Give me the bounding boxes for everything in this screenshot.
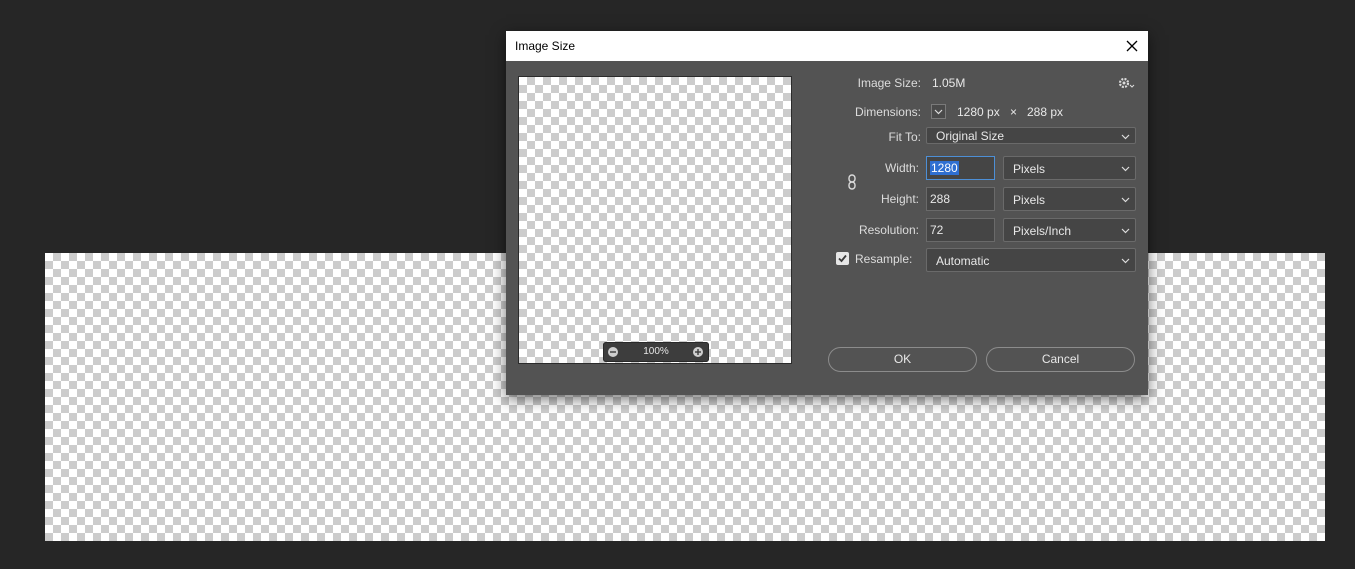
chevron-down-icon xyxy=(934,109,943,115)
resample-checkbox[interactable] xyxy=(836,252,849,265)
chevron-down-icon xyxy=(1121,197,1130,203)
ok-button[interactable]: OK xyxy=(828,347,977,372)
dialog-titlebar[interactable]: Image Size xyxy=(506,31,1148,61)
fit-to-label: Fit To: xyxy=(888,130,921,144)
preview-zoom-bar: 100% xyxy=(603,342,709,362)
dimensions-separator: × xyxy=(1010,105,1018,119)
preview-pane[interactable]: 100% xyxy=(518,76,792,364)
zoom-level: 100% xyxy=(643,346,669,357)
chevron-down-icon xyxy=(1121,228,1130,234)
resample-label: Resample: xyxy=(855,252,913,266)
close-icon xyxy=(1126,40,1138,52)
zoom-in-icon[interactable] xyxy=(692,346,704,358)
width-input[interactable]: 1280 xyxy=(926,156,995,180)
close-button[interactable] xyxy=(1116,31,1148,61)
dimensions-label: Dimensions: xyxy=(854,105,921,119)
image-size-label: Image Size: xyxy=(857,76,921,90)
cancel-button[interactable]: Cancel xyxy=(986,347,1135,372)
width-label: Width: xyxy=(884,161,919,175)
resolution-unit-value: Pixels/Inch xyxy=(1013,224,1072,238)
resolution-unit-select[interactable]: Pixels/Inch xyxy=(1003,218,1136,242)
dialog-title: Image Size xyxy=(515,39,576,53)
chevron-down-icon xyxy=(1121,166,1130,172)
chain-link-icon[interactable] xyxy=(846,174,858,190)
height-value: 288 xyxy=(930,192,951,206)
resample-value: Automatic xyxy=(936,254,990,268)
resolution-value: 72 xyxy=(930,223,944,237)
checkmark-icon xyxy=(838,254,847,263)
dimensions-width: 1280 px xyxy=(957,105,1000,119)
width-unit-value: Pixels xyxy=(1013,162,1046,176)
fit-to-select[interactable]: Original Size xyxy=(926,127,1136,144)
image-size-dialog: Image Size 100% Image Size: 1.05M Dimens… xyxy=(506,31,1148,395)
zoom-out-icon[interactable] xyxy=(607,346,619,358)
image-size-value: 1.05M xyxy=(932,76,966,90)
height-label: Height: xyxy=(880,192,919,206)
width-unit-select[interactable]: Pixels xyxy=(1003,156,1136,180)
height-unit-select[interactable]: Pixels xyxy=(1003,187,1136,211)
resolution-input[interactable]: 72 xyxy=(926,218,995,242)
height-unit-value: Pixels xyxy=(1013,193,1046,207)
dimensions-height: 288 px xyxy=(1027,105,1064,119)
chevron-down-icon xyxy=(1121,258,1130,264)
gear-icon[interactable] xyxy=(1117,76,1135,90)
fit-to-value: Original Size xyxy=(936,129,1005,143)
height-input[interactable]: 288 xyxy=(926,187,995,211)
dimensions-unit-toggle[interactable] xyxy=(931,104,946,119)
width-value: 1280 xyxy=(930,161,959,175)
resolution-label: Resolution: xyxy=(858,223,919,237)
resample-select[interactable]: Automatic xyxy=(926,248,1136,272)
chevron-down-icon xyxy=(1121,134,1130,140)
